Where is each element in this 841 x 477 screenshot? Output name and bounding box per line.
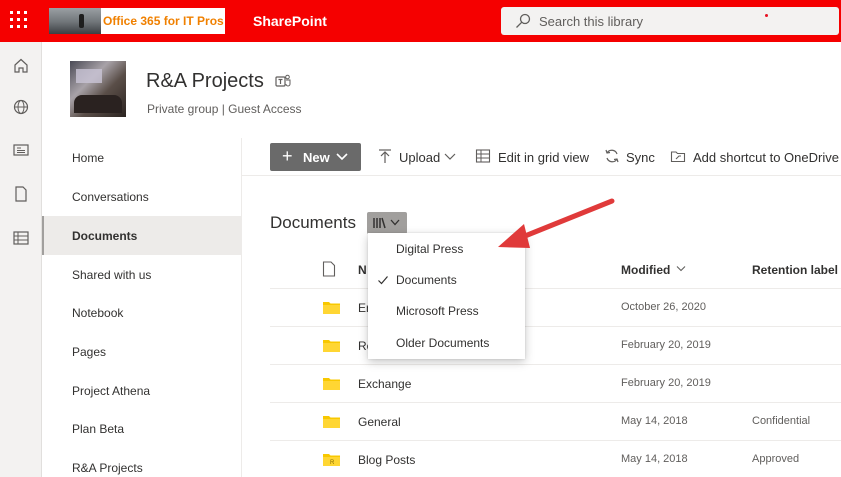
row-modified: May 14, 2018 bbox=[621, 453, 688, 465]
folder-icon bbox=[323, 340, 340, 352]
file-type-icon[interactable] bbox=[322, 261, 336, 277]
column-header-name[interactable]: N bbox=[358, 263, 367, 277]
chevron-down-icon bbox=[336, 153, 348, 161]
suite-bar: Office 365 for IT Pros SharePoint Search… bbox=[0, 0, 841, 42]
list-icon[interactable] bbox=[11, 228, 31, 248]
chevron-down-icon bbox=[676, 266, 686, 272]
edit-grid-view-button[interactable]: Edit in grid view bbox=[498, 150, 589, 165]
upload-button[interactable]: Upload bbox=[399, 150, 440, 165]
row-modified: May 14, 2018 bbox=[621, 415, 688, 427]
checkmark-icon bbox=[378, 276, 388, 285]
new-button[interactable]: + New bbox=[270, 143, 361, 171]
switch-view-button[interactable] bbox=[367, 212, 407, 234]
nav-item-label: Documents bbox=[72, 229, 138, 243]
menu-item-label: Older Documents bbox=[396, 336, 490, 350]
document-icon[interactable] bbox=[11, 184, 31, 204]
nav-item-label: Conversations bbox=[72, 190, 149, 204]
nav-item-ra-projects[interactable]: R&A Projects bbox=[42, 448, 241, 477]
org-logo-photo bbox=[49, 8, 101, 34]
column-header-modified[interactable]: Modified bbox=[621, 263, 670, 277]
new-button-label: New bbox=[303, 150, 330, 165]
menu-item-documents[interactable]: Documents bbox=[368, 264, 525, 295]
app-name[interactable]: SharePoint bbox=[253, 13, 327, 29]
row-retention: Confidential bbox=[752, 415, 811, 427]
menu-item-label: Documents bbox=[396, 273, 457, 287]
nav-item-label: Pages bbox=[72, 345, 107, 359]
library-title: Documents bbox=[270, 213, 356, 232]
left-navigation: Home Conversations Documents Shared with… bbox=[42, 138, 242, 477]
sync-icon[interactable] bbox=[604, 148, 620, 164]
site-title[interactable]: R&A Projects bbox=[146, 70, 264, 93]
row-name[interactable]: General bbox=[358, 415, 401, 429]
nav-item-label: Plan Beta bbox=[72, 422, 125, 436]
row-modified: February 20, 2019 bbox=[621, 377, 711, 389]
folder-icon: R bbox=[323, 454, 340, 466]
search-input[interactable]: Search this library bbox=[539, 14, 643, 29]
column-header-retention[interactable]: Retention label bbox=[752, 263, 838, 277]
folder-icon bbox=[323, 378, 340, 390]
table-row[interactable]: General May 14, 2018 Confidential bbox=[270, 402, 841, 440]
grid-icon[interactable] bbox=[475, 148, 491, 164]
row-modified: October 26, 2020 bbox=[621, 301, 707, 313]
row-name[interactable]: Blog Posts bbox=[358, 453, 415, 467]
org-logo[interactable]: Office 365 for IT Pros bbox=[49, 8, 225, 34]
nav-item-pages[interactable]: Pages bbox=[42, 332, 241, 371]
app-rail bbox=[0, 42, 42, 477]
org-logo-text: Office 365 for IT Pros bbox=[103, 14, 224, 28]
nav-item-plan-beta[interactable]: Plan Beta bbox=[42, 409, 241, 448]
nav-item-home[interactable]: Home bbox=[42, 138, 241, 177]
svg-text:R: R bbox=[330, 460, 335, 466]
annotation-arrow-icon bbox=[498, 198, 615, 248]
nav-item-label: Home bbox=[72, 151, 105, 165]
add-shortcut-icon[interactable] bbox=[670, 148, 686, 164]
nav-item-shared-with-us[interactable]: Shared with us bbox=[42, 255, 241, 294]
search-icon bbox=[516, 13, 531, 28]
globe-icon[interactable] bbox=[11, 97, 31, 117]
menu-item-label: Microsoft Press bbox=[396, 304, 479, 318]
folder-icon bbox=[323, 302, 340, 314]
row-retention: Approved bbox=[752, 453, 800, 465]
app-launcher-icon[interactable] bbox=[10, 11, 30, 31]
nav-item-notebook[interactable]: Notebook bbox=[42, 293, 241, 332]
add-shortcut-button[interactable]: Add shortcut to OneDrive bbox=[693, 150, 839, 165]
folder-icon bbox=[323, 416, 340, 428]
nav-item-conversations[interactable]: Conversations bbox=[42, 177, 241, 216]
sync-button[interactable]: Sync bbox=[626, 150, 655, 165]
command-bar: + New Upload Edit in grid view Sync Add … bbox=[242, 138, 841, 176]
news-icon[interactable] bbox=[11, 140, 31, 160]
search-box[interactable]: Search this library bbox=[501, 7, 839, 35]
nav-item-label: R&A Projects bbox=[72, 461, 143, 475]
upload-icon[interactable] bbox=[377, 148, 393, 164]
chevron-down-icon[interactable] bbox=[444, 150, 456, 162]
site-subtitle: Private group | Guest Access bbox=[147, 102, 302, 116]
table-row[interactable]: Er October 26, 2020 bbox=[270, 288, 841, 326]
library-views-icon bbox=[373, 217, 400, 229]
table-row[interactable]: R Blog Posts May 14, 2018 Approved bbox=[270, 440, 841, 477]
nav-item-documents[interactable]: Documents bbox=[42, 216, 241, 255]
menu-item-microsoft-press[interactable]: Microsoft Press bbox=[368, 295, 525, 326]
row-modified: February 20, 2019 bbox=[621, 339, 711, 351]
nav-item-label: Project Athena bbox=[72, 384, 151, 398]
home-icon[interactable] bbox=[11, 56, 31, 76]
plus-icon: + bbox=[282, 146, 293, 166]
menu-item-older-documents[interactable]: Older Documents bbox=[368, 327, 525, 358]
teams-icon[interactable] bbox=[275, 73, 291, 89]
nav-item-label: Notebook bbox=[72, 306, 124, 320]
table-row[interactable]: Re February 20, 2019 bbox=[270, 326, 841, 364]
nav-item-project-athena[interactable]: Project Athena bbox=[42, 371, 241, 410]
menu-item-label: Digital Press bbox=[396, 242, 464, 256]
notification-dot bbox=[765, 14, 768, 17]
table-row[interactable]: Exchange February 20, 2019 bbox=[270, 364, 841, 402]
nav-item-label: Shared with us bbox=[72, 268, 152, 282]
site-logo[interactable] bbox=[70, 61, 126, 117]
row-name[interactable]: Exchange bbox=[358, 377, 411, 391]
